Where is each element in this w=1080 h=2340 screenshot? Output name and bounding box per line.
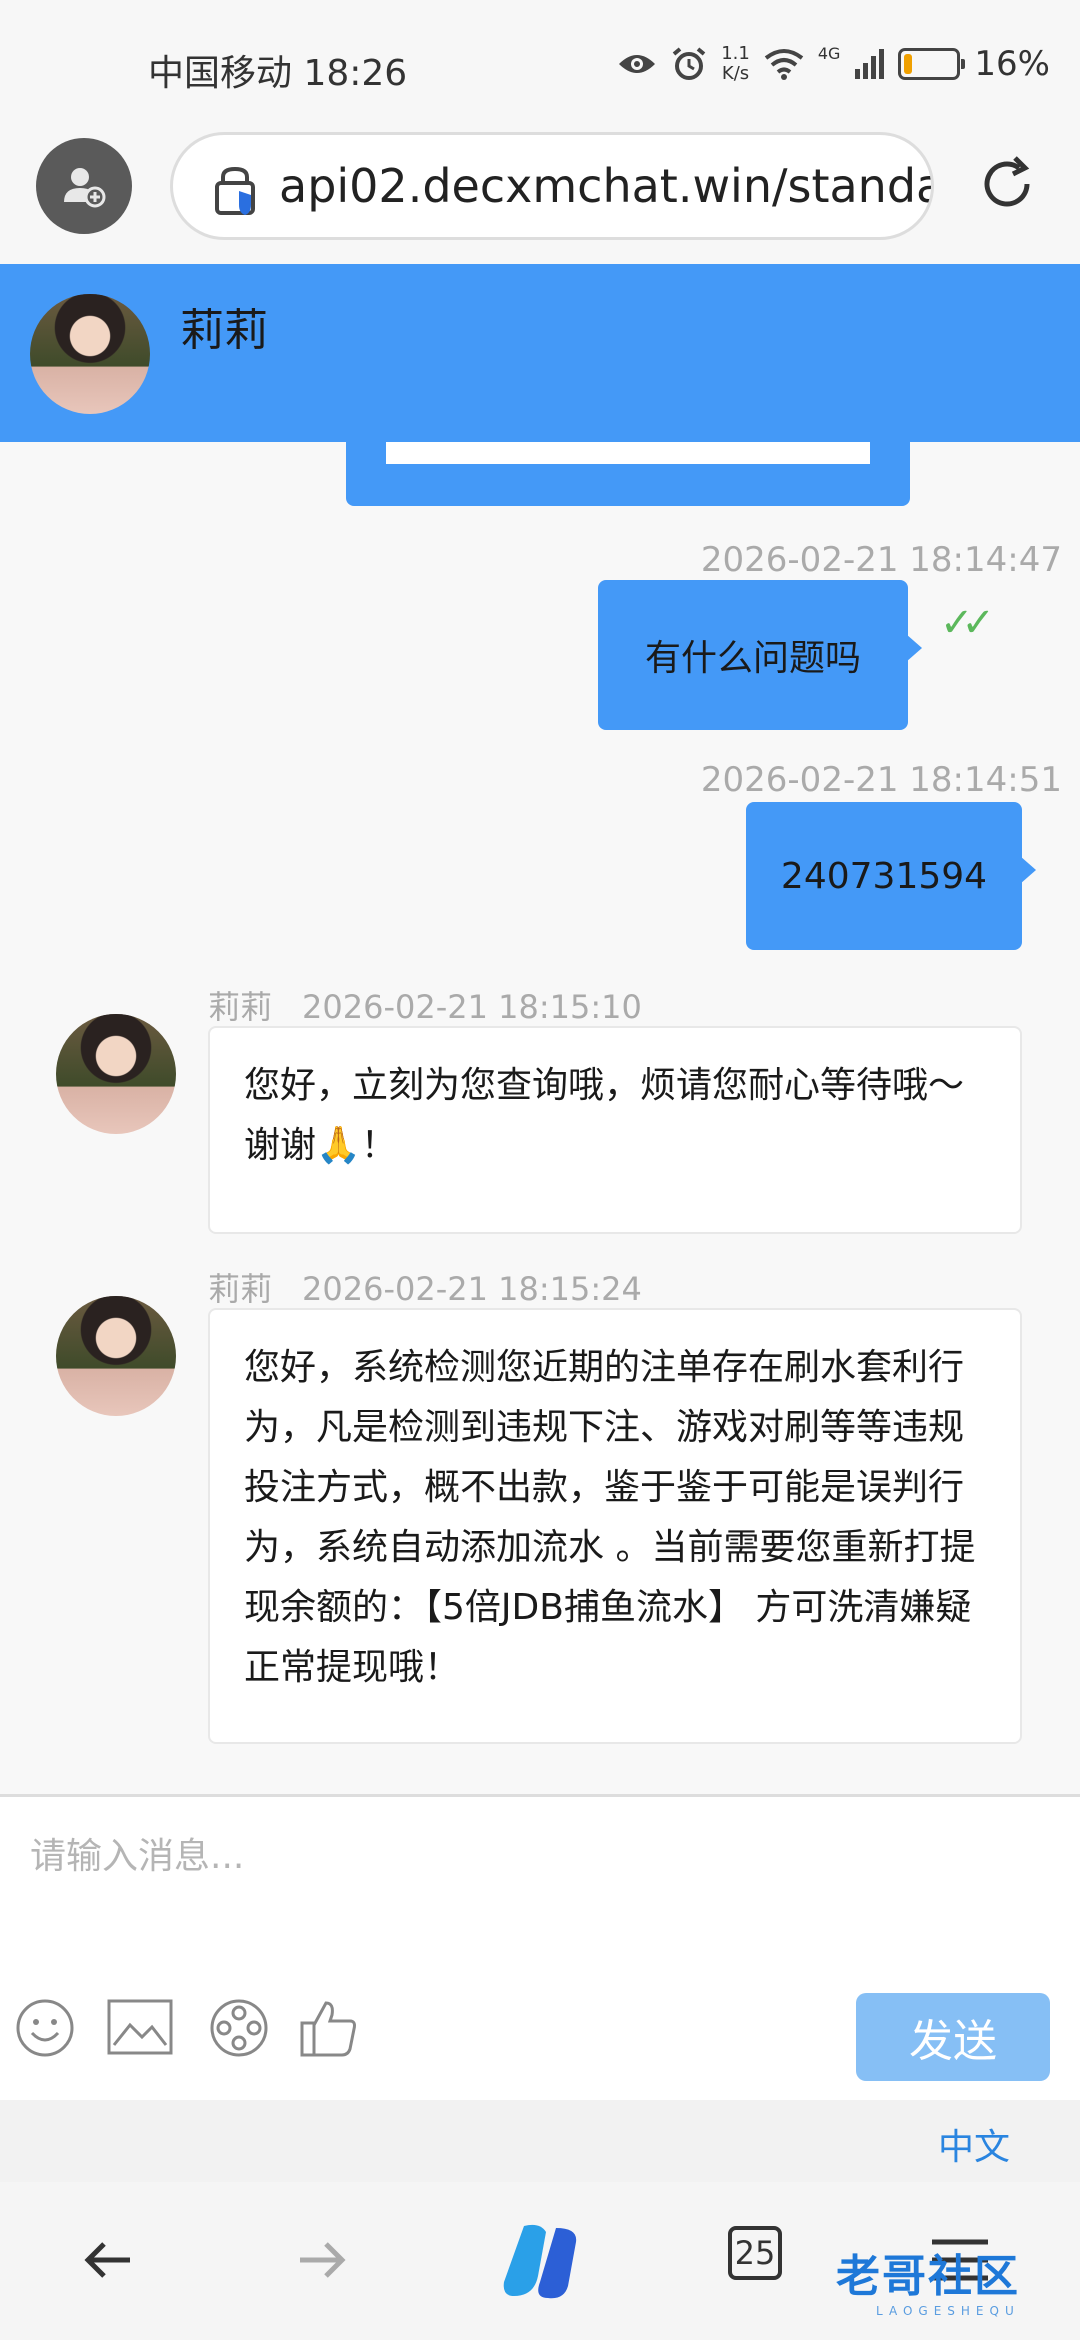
- partial-message-bubble: [346, 442, 910, 506]
- browser-nav-bar: 25 老哥社区 LAOGESHEQU: [0, 2182, 1080, 2340]
- message-meta: 莉莉 2026-02-21 18:15:10: [208, 988, 642, 1026]
- net-speed: 1.1 K/s: [721, 43, 750, 84]
- contact-avatar[interactable]: [56, 1296, 176, 1416]
- address-bar[interactable]: api02.decxmchat.win/standal: [170, 132, 934, 240]
- browser-toolbar: api02.decxmchat.win/standal: [0, 130, 1080, 264]
- eye-icon: [619, 55, 656, 73]
- language-bar: 中文: [0, 2100, 1080, 2182]
- tab-count-button[interactable]: 25: [728, 2226, 782, 2280]
- wifi-icon: [764, 49, 804, 80]
- forward-arrow-icon[interactable]: [294, 2232, 350, 2288]
- carrier-time: 中国移动 18:26: [148, 53, 408, 94]
- reload-icon[interactable]: [975, 152, 1039, 216]
- alarm-icon: [672, 47, 706, 80]
- emoji-icon[interactable]: [14, 1997, 76, 2059]
- add-user-icon: [64, 168, 106, 208]
- watermark-logo: 老哥社区 LAOGESHEQU: [836, 2251, 1020, 2318]
- shield-lock-icon: [215, 166, 255, 215]
- message-input[interactable]: 请输入消息...: [30, 1827, 244, 1879]
- incoming-message: 您好，系统检测您近期的注单存在刷水套利行为，凡是检测到违规下注、游戏对刷等等违规…: [208, 1308, 1022, 1744]
- outgoing-message: 240731594: [746, 802, 1036, 950]
- url-text: api02.decxmchat.win/standal: [279, 159, 934, 213]
- battery-percent: 16%: [974, 44, 1050, 84]
- status-bar: 中国移动 18:26 1.1 K/s 4G 16%: [0, 0, 1080, 130]
- contact-avatar[interactable]: [56, 1014, 176, 1134]
- signal-icon: [855, 49, 885, 79]
- read-receipt-icon: ✓✓: [940, 600, 995, 646]
- status-icons: 1.1 K/s 4G 16%: [617, 44, 1050, 84]
- back-arrow-icon[interactable]: [80, 2232, 136, 2288]
- chat-header: 莉莉: [0, 264, 1080, 442]
- network-type: 4G: [817, 44, 841, 63]
- send-button[interactable]: 发送: [856, 1993, 1050, 2081]
- outgoing-message: 有什么问题吗: [598, 580, 922, 730]
- message-composer: 请输入消息... 发送: [0, 1794, 1080, 2100]
- profile-button[interactable]: [36, 138, 132, 234]
- message-timestamp: 2026-02-21 18:14:51: [700, 760, 1062, 800]
- message-list[interactable]: 2026-02-21 18:14:47 有什么问题吗 ✓✓ 2026-02-21…: [0, 442, 1080, 1794]
- image-icon[interactable]: [106, 1997, 174, 2057]
- message-meta: 莉莉 2026-02-21 18:15:24: [208, 1270, 642, 1308]
- message-timestamp: 2026-02-21 18:14:47: [700, 540, 1062, 580]
- battery-icon: [898, 48, 966, 80]
- language-switch[interactable]: 中文: [938, 2118, 1010, 2170]
- thumbs-up-icon[interactable]: [298, 1997, 360, 2059]
- contact-avatar[interactable]: [30, 294, 150, 414]
- incoming-message: 您好，立刻为您查询哦，烦请您耐心等待哦～谢谢🙏！: [208, 1026, 1022, 1234]
- video-reel-icon[interactable]: [208, 1997, 270, 2059]
- contact-name: 莉莉: [180, 305, 268, 356]
- copilot-icon[interactable]: [494, 2216, 586, 2308]
